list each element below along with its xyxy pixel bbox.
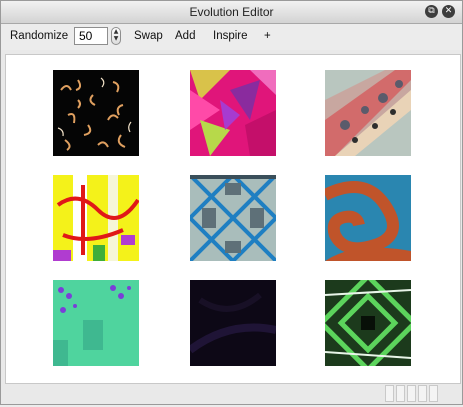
- tile-magenta-shards[interactable]: [190, 70, 276, 156]
- resize-grip[interactable]: [385, 385, 440, 407]
- tile-black-orange-curls[interactable]: [53, 70, 139, 156]
- tile-mint-purple[interactable]: [53, 280, 139, 366]
- toolbar: Randomize 50 ▲ ▼ Swap Add Inspire +: [1, 24, 462, 50]
- tile-dark-purple[interactable]: [190, 280, 276, 366]
- randomize-button[interactable]: Randomize: [10, 30, 68, 42]
- swap-button[interactable]: Swap: [134, 30, 163, 42]
- evolution-editor-window: Evolution Editor ⧉ ✕ Randomize 50 ▲ ▼ Swa…: [0, 0, 463, 405]
- evolution-grid: [5, 54, 461, 384]
- restore-icon[interactable]: ⧉: [425, 5, 438, 18]
- add-plus-button[interactable]: +: [264, 30, 271, 42]
- add-button[interactable]: Add: [175, 30, 195, 42]
- inspire-button[interactable]: Inspire: [213, 30, 248, 42]
- title-bar[interactable]: Evolution Editor ⧉ ✕: [1, 1, 462, 24]
- close-icon[interactable]: ✕: [442, 5, 455, 18]
- tile-yellow-red-strokes[interactable]: [53, 175, 139, 261]
- population-input[interactable]: 50: [74, 27, 108, 45]
- window-title: Evolution Editor: [189, 5, 274, 19]
- tile-teal-lattice[interactable]: [190, 175, 276, 261]
- tile-green-rings[interactable]: [325, 280, 411, 366]
- tile-ornate-band[interactable]: [325, 70, 411, 156]
- tile-orange-teal-swirl[interactable]: [325, 175, 411, 261]
- population-stepper[interactable]: ▲ ▼: [111, 27, 121, 45]
